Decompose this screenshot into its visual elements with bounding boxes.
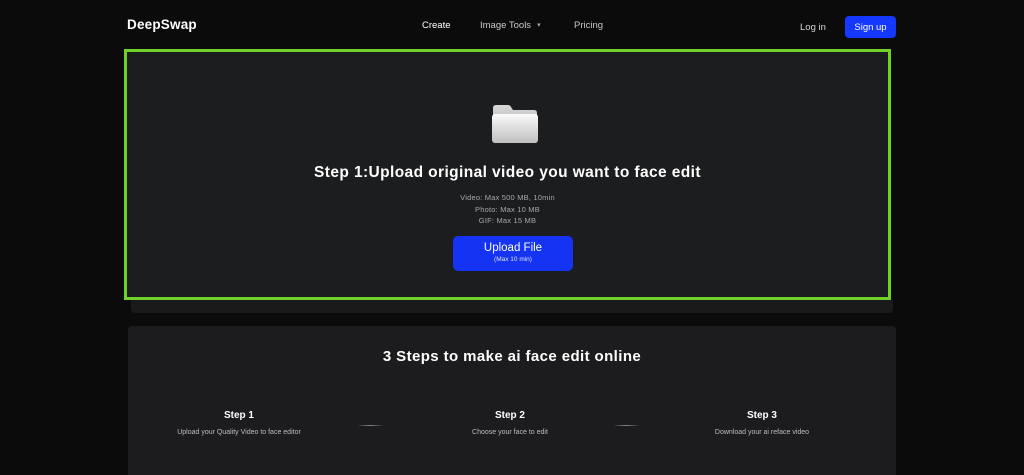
login-link[interactable]: Log in — [800, 22, 826, 33]
gif-limit: GIF: Max 15 MB — [478, 216, 537, 225]
step-heading: Step 2 — [494, 410, 525, 421]
video-limit: Video: Max 500 MB, 10min — [460, 193, 555, 202]
upload-step-title: Step 1:Upload original video you want to… — [314, 164, 701, 181]
step-card: Step 3 Download your ai reface video — [652, 410, 872, 436]
logo[interactable]: DeepSwap — [127, 17, 197, 32]
step-description: Choose your face to edit — [472, 429, 548, 436]
upload-button-sublabel: (Max 10 min) — [494, 256, 532, 263]
steps-section: 3 Steps to make ai face edit online Step… — [128, 326, 896, 475]
step-card: Step 1 Upload your Quality Video to face… — [129, 410, 349, 436]
upload-limits: Video: Max 500 MB, 10min Photo: Max 10 M… — [127, 192, 888, 227]
upload-dropzone[interactable]: Step 1:Upload original video you want to… — [124, 49, 891, 300]
step-description: Download your ai reface video — [714, 429, 810, 436]
upload-file-button[interactable]: Upload File (Max 10 min) — [453, 236, 573, 271]
nav-image-tools[interactable]: Image Tools ▾ — [480, 20, 541, 31]
nav-image-tools-label: Image Tools — [480, 20, 532, 31]
nav-create[interactable]: Create — [422, 20, 451, 31]
step-description: Upload your Quality Video to face editor — [177, 429, 301, 436]
step-heading: Step 3 — [746, 410, 777, 421]
photo-limit: Photo: Max 10 MB — [475, 204, 540, 214]
folder-icon — [492, 105, 538, 143]
step-divider — [357, 425, 384, 426]
nav-pricing[interactable]: Pricing — [574, 20, 603, 31]
top-nav: DeepSwap Create Image Tools ▾ Pricing Log… — [0, 0, 1024, 50]
step-heading: Step 1 — [223, 410, 254, 421]
upload-panel-shadow — [131, 300, 893, 313]
chevron-down-icon: ▾ — [537, 22, 541, 29]
step-divider — [613, 425, 640, 426]
step-card: Step 2 Choose your face to edit — [400, 410, 620, 436]
signup-button[interactable]: Sign up — [845, 16, 896, 38]
steps-title: 3 Steps to make ai face edit online — [382, 348, 642, 365]
upload-button-label: Upload File — [483, 242, 543, 254]
